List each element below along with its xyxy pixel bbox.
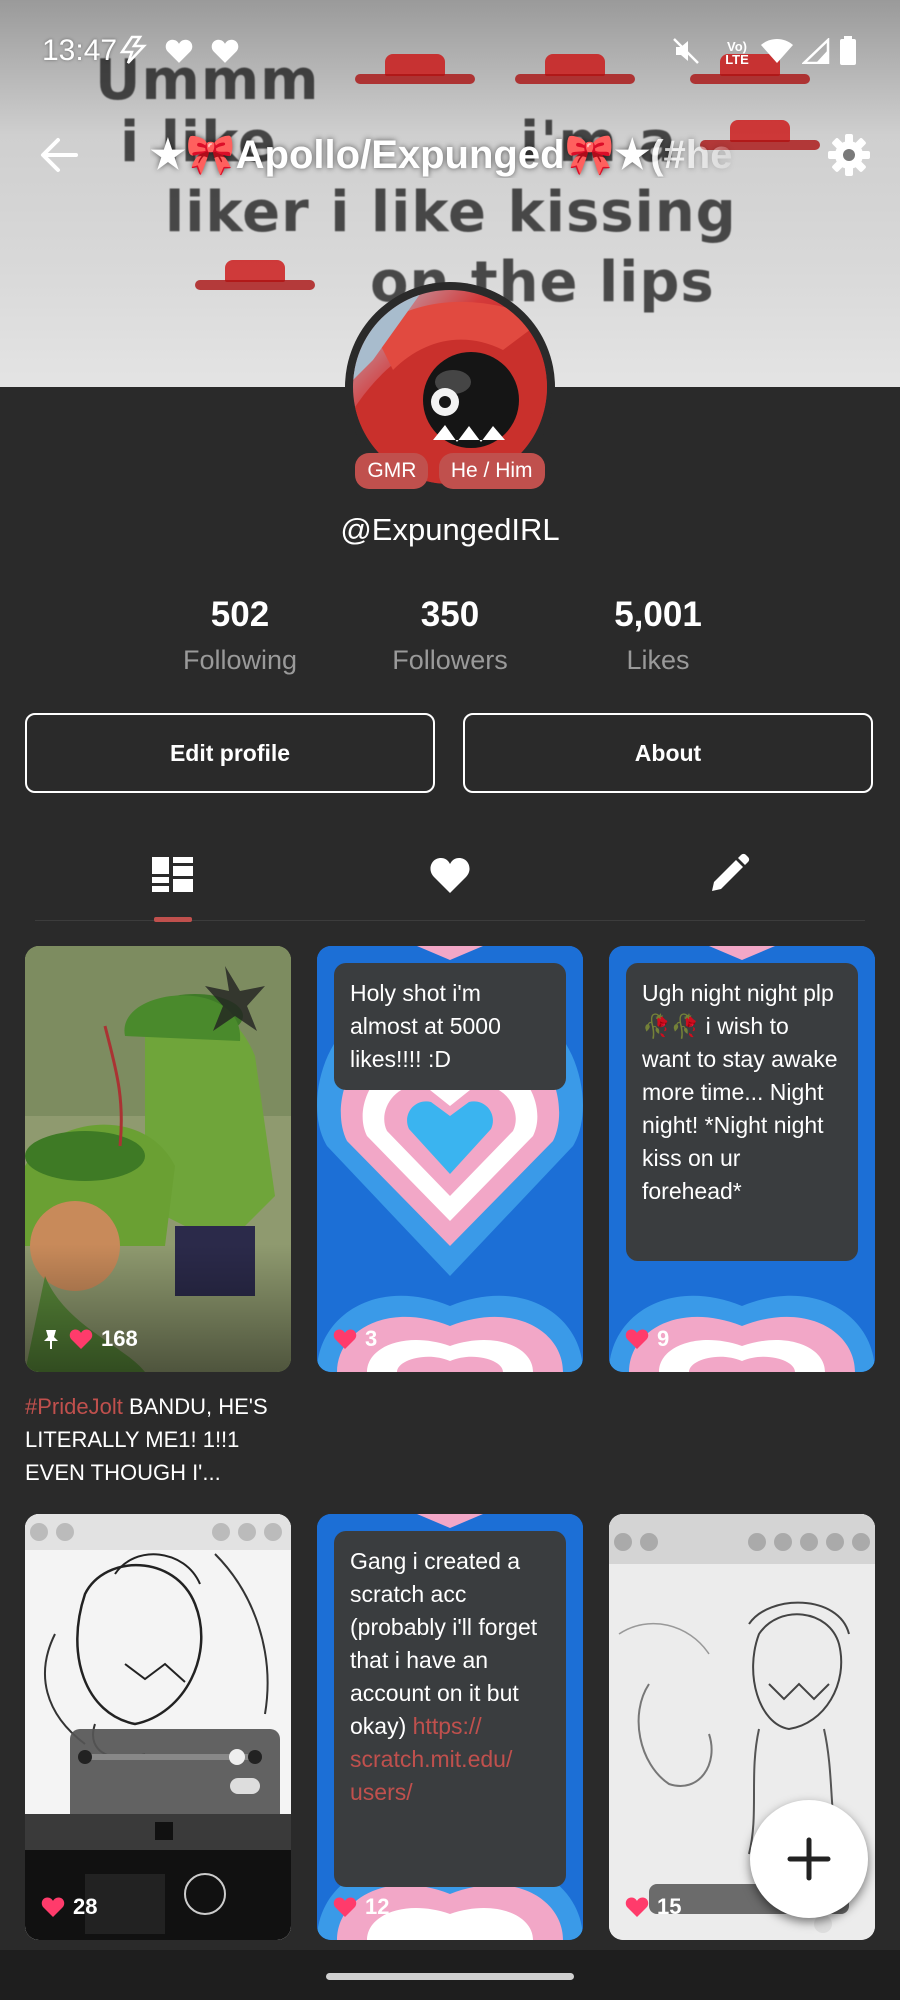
- signal-icon: [802, 38, 830, 64]
- post-text-bubble: Ugh night night plp🥀🥀 i wish to want to …: [626, 963, 858, 1261]
- post-text: Gang i created a scratch acc (probably i…: [350, 1548, 538, 1739]
- heart-icon: [333, 1329, 357, 1349]
- heart-icon: [165, 39, 193, 63]
- wifi-icon: [761, 39, 793, 63]
- post-likes: 28: [41, 1894, 97, 1920]
- status-bar: 13:47 Vo) LTE: [0, 0, 900, 100]
- likes-count: 28: [73, 1894, 98, 1919]
- stat-likes[interactable]: 5,001 Likes: [558, 595, 758, 676]
- back-arrow-icon[interactable]: [36, 132, 82, 178]
- post-card-sketch[interactable]: 28: [25, 1514, 291, 1940]
- likes-count: 12: [365, 1894, 390, 1919]
- post-text-bubble: Gang i created a scratch acc (probably i…: [334, 1531, 566, 1887]
- heart-icon: [211, 39, 239, 63]
- stat-value: 502: [210, 595, 270, 634]
- about-button[interactable]: About: [463, 713, 873, 793]
- post-likes: 12: [333, 1894, 389, 1920]
- battery-icon: [840, 36, 856, 65]
- home-gesture-pill[interactable]: [326, 1973, 574, 1980]
- username-handle: @ExpungedIRL: [340, 512, 560, 547]
- heart-icon: [333, 1897, 357, 1917]
- badge-tag: GMR: [355, 453, 429, 489]
- heart-icon: [625, 1329, 649, 1349]
- post-card-text[interactable]: Gang i created a scratch acc (probably i…: [317, 1514, 583, 1940]
- volte-label: Vo) LTE: [725, 39, 749, 67]
- post-likes: 15: [625, 1894, 681, 1920]
- create-post-button[interactable]: [750, 1800, 868, 1918]
- stat-label: Followers: [392, 645, 508, 675]
- stat-label: Likes: [626, 645, 690, 675]
- stat-value: 350: [420, 595, 480, 634]
- liked-heart-icon[interactable]: [420, 845, 480, 905]
- settings-gear-icon[interactable]: [826, 132, 872, 178]
- post-likes: 168: [41, 1326, 138, 1352]
- post-card-text[interactable]: Ugh night night plp🥀🥀 i wish to want to …: [609, 946, 875, 1372]
- likes-count: 9: [657, 1326, 670, 1351]
- edit-profile-button[interactable]: Edit profile: [25, 713, 435, 793]
- stat-value: 5,001: [614, 595, 702, 634]
- post-image: [25, 946, 291, 1372]
- heart-icon: [625, 1897, 649, 1917]
- profile-title: ★🎀Apollo/Expunged🎀★(#he: [150, 133, 733, 177]
- drafts-pencil-icon[interactable]: [698, 845, 758, 905]
- heart-icon: [41, 1897, 65, 1917]
- stat-label: Following: [182, 645, 298, 675]
- heart-icon: [69, 1329, 93, 1349]
- active-tab-indicator: [154, 917, 192, 922]
- profile-tabs: [35, 830, 865, 922]
- profile-badges: GMR He / Him: [0, 453, 900, 489]
- post-likes: 3: [333, 1326, 377, 1352]
- post-image: [25, 1514, 291, 1940]
- post-text-bubble: Holy shot i'm almost at 5000 likes!!!! :…: [334, 963, 566, 1090]
- flash-icon: [119, 35, 147, 64]
- post-card-drawing[interactable]: 168: [25, 946, 291, 1372]
- likes-count: 3: [365, 1326, 378, 1351]
- mute-icon: [673, 38, 699, 64]
- badge-pronouns: He / Him: [438, 453, 545, 489]
- post-likes: 9: [625, 1326, 669, 1352]
- post-caption[interactable]: #PrideJolt BANDU, HE'S LITERALLY ME1! 1!…: [25, 1390, 291, 1489]
- likes-count: 15: [657, 1894, 682, 1919]
- post-card-text[interactable]: Holy shot i'm almost at 5000 likes!!!! :…: [317, 946, 583, 1372]
- stat-following[interactable]: 502 Following: [140, 595, 340, 676]
- stat-followers[interactable]: 350 Followers: [350, 595, 550, 676]
- red-hat-graphic: [195, 258, 315, 290]
- plus-icon: [787, 1837, 831, 1881]
- posts-grid-icon[interactable]: [143, 845, 203, 905]
- likes-count: 168: [101, 1326, 138, 1351]
- pin-icon: [44, 1330, 58, 1349]
- status-time: 13:47: [42, 34, 118, 67]
- banner-text-4: liker i like kissing: [165, 180, 737, 245]
- caption-hashtag[interactable]: #PrideJolt: [25, 1394, 123, 1419]
